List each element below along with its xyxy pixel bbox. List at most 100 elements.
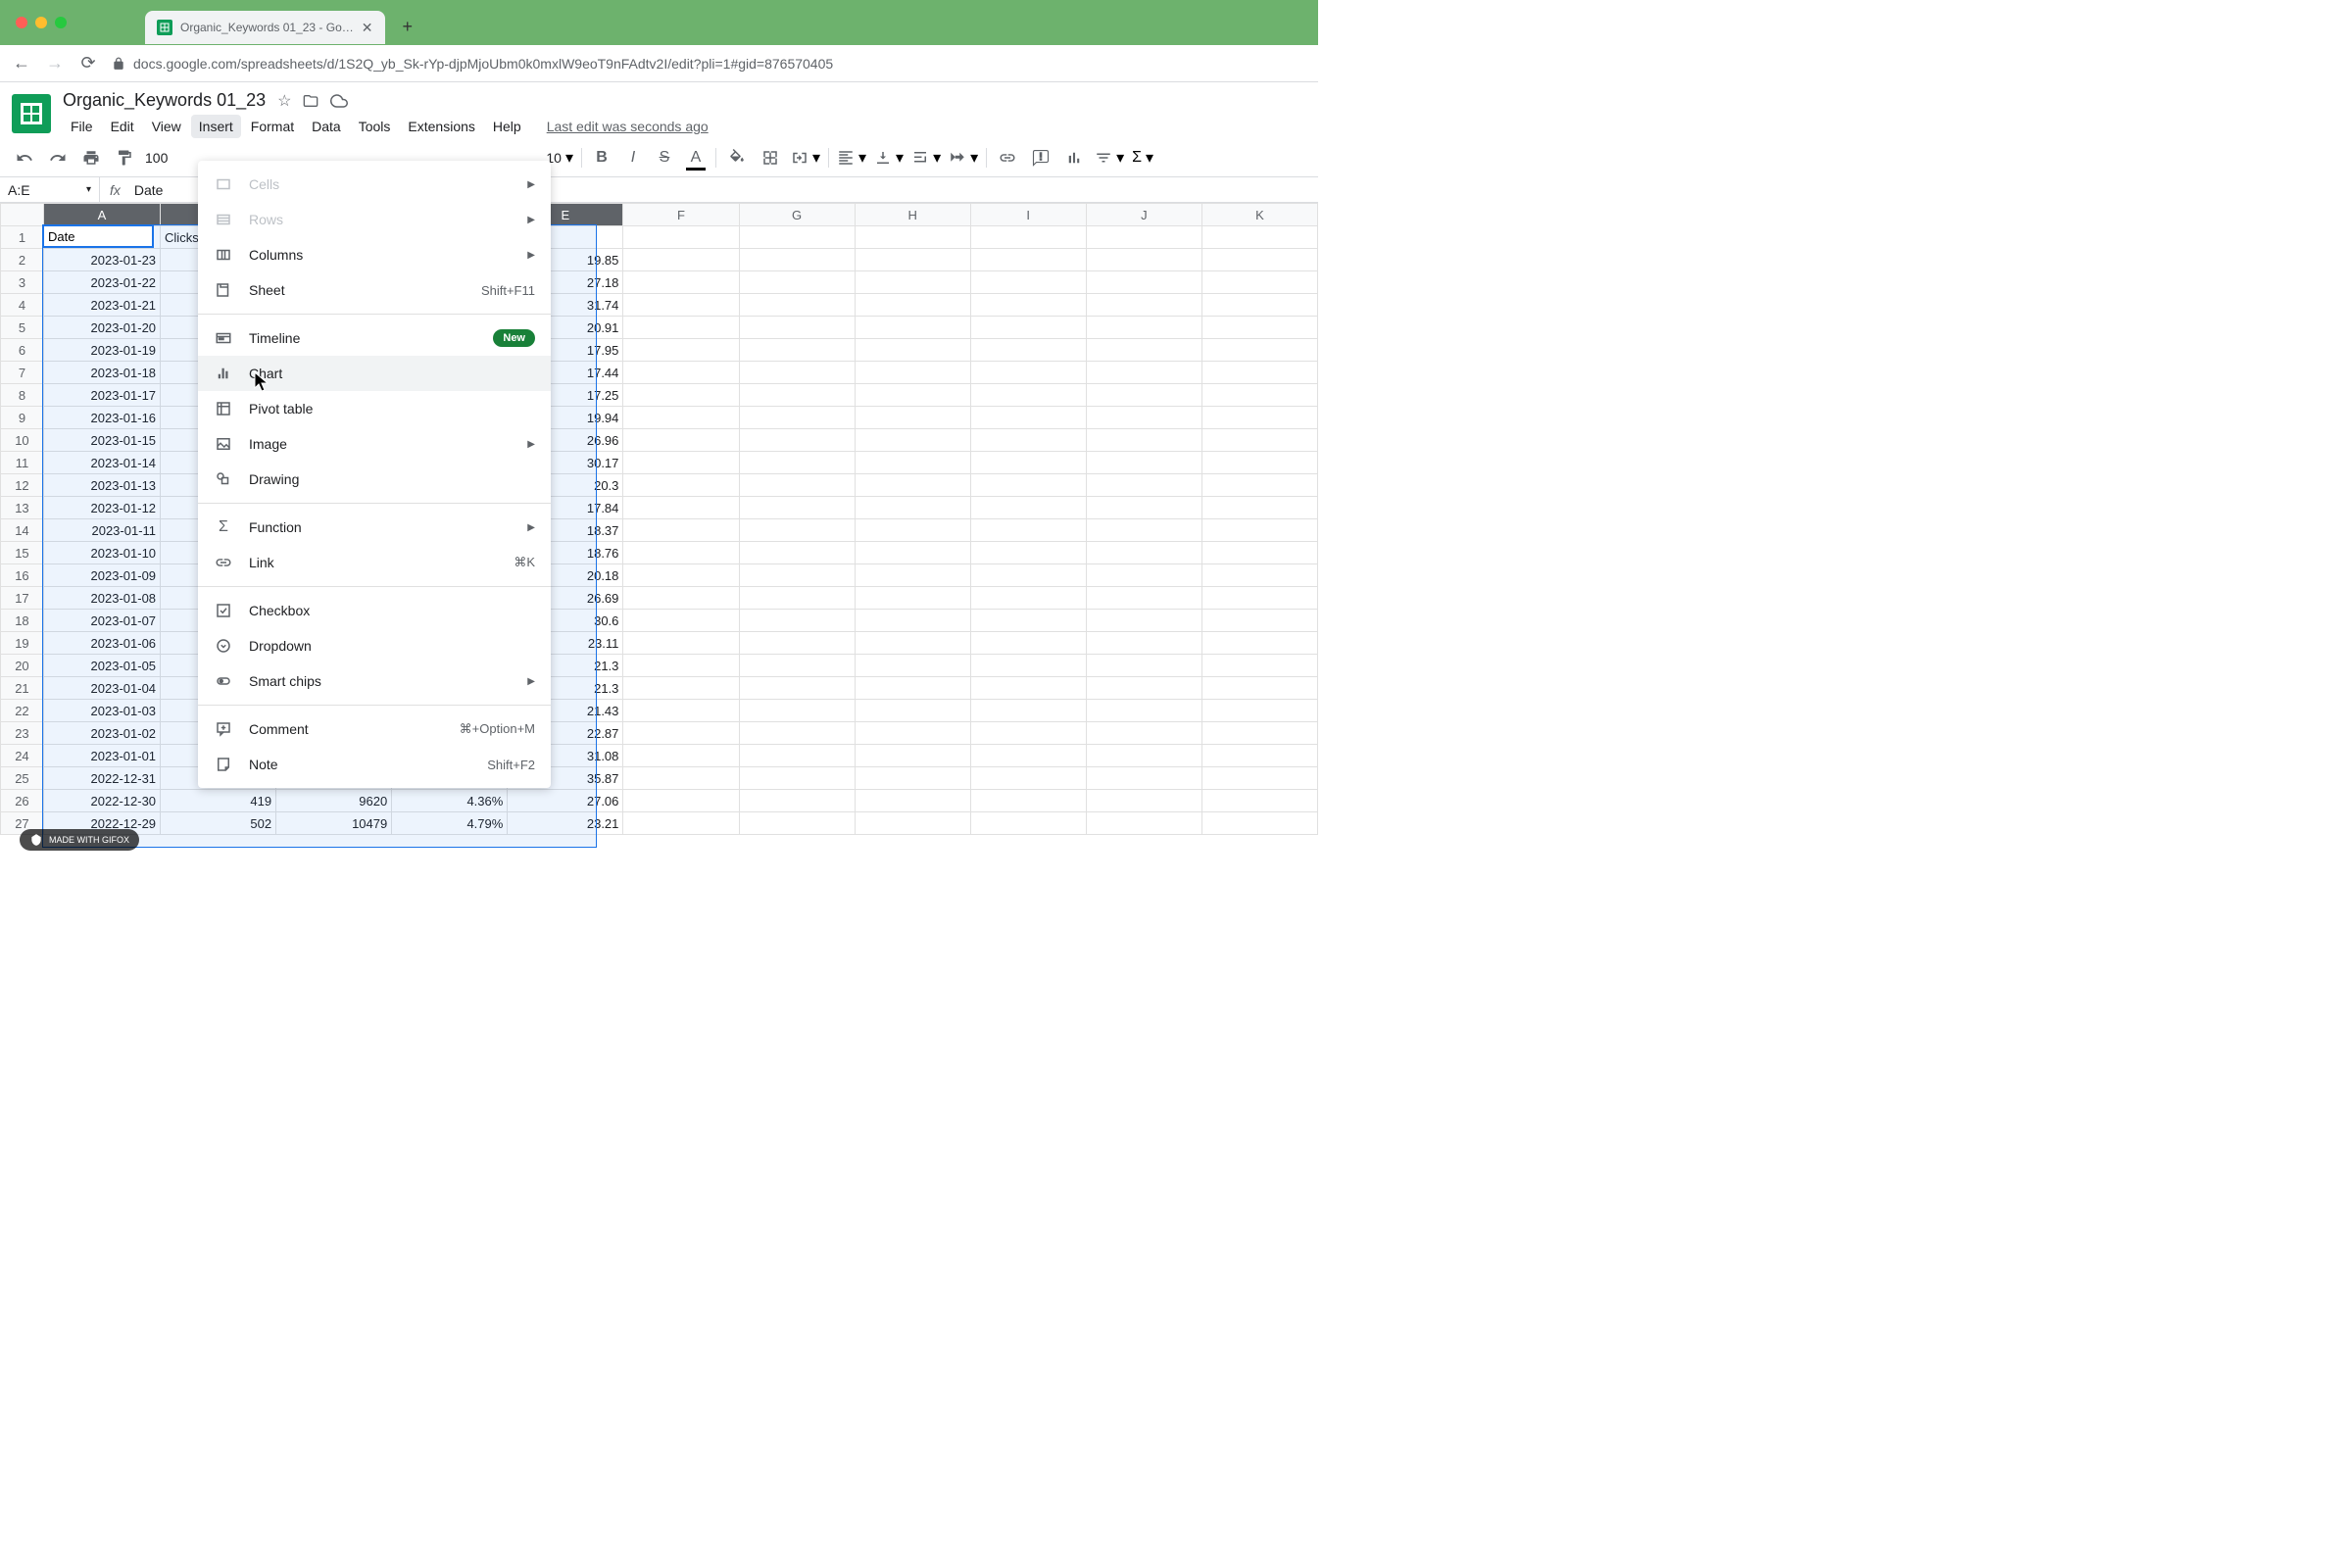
menu-item-dropdown[interactable]: Dropdown (198, 628, 551, 663)
cell-I2[interactable] (970, 249, 1086, 271)
menu-item-function[interactable]: Σ Function ▶ (198, 510, 551, 545)
column-header-F[interactable]: F (623, 204, 739, 226)
cell-J24[interactable] (1086, 745, 1201, 767)
row-header-18[interactable]: 18 (1, 610, 44, 632)
cell-F22[interactable] (623, 700, 739, 722)
cell-G8[interactable] (739, 384, 855, 407)
cell-H26[interactable] (855, 790, 970, 812)
cell-K25[interactable] (1201, 767, 1317, 790)
cell-I23[interactable] (970, 722, 1086, 745)
cell-B27[interactable]: 502 (161, 812, 276, 835)
cell-I16[interactable] (970, 564, 1086, 587)
cell-K2[interactable] (1201, 249, 1317, 271)
cell-J1[interactable] (1086, 226, 1201, 249)
menu-tools[interactable]: Tools (351, 115, 399, 138)
cell-H17[interactable] (855, 587, 970, 610)
insert-link-button[interactable] (995, 145, 1020, 171)
column-header-K[interactable]: K (1201, 204, 1317, 226)
row-header-15[interactable]: 15 (1, 542, 44, 564)
cell-I22[interactable] (970, 700, 1086, 722)
cell-G9[interactable] (739, 407, 855, 429)
row-header-2[interactable]: 2 (1, 249, 44, 271)
cell-F2[interactable] (623, 249, 739, 271)
cell-J12[interactable] (1086, 474, 1201, 497)
menu-edit[interactable]: Edit (103, 115, 142, 138)
row-header-23[interactable]: 23 (1, 722, 44, 745)
cell-G16[interactable] (739, 564, 855, 587)
italic-button[interactable]: I (621, 145, 645, 171)
print-button[interactable] (78, 145, 104, 171)
menu-item-timeline[interactable]: Timeline New (198, 320, 551, 356)
column-header-H[interactable]: H (855, 204, 970, 226)
row-header-13[interactable]: 13 (1, 497, 44, 519)
cell-A24[interactable]: 2023-01-01 (43, 745, 160, 767)
document-title[interactable]: Organic_Keywords 01_23 (63, 90, 266, 111)
row-header-8[interactable]: 8 (1, 384, 44, 407)
cell-I10[interactable] (970, 429, 1086, 452)
cell-A6[interactable]: 2023-01-19 (43, 339, 160, 362)
cell-G5[interactable] (739, 317, 855, 339)
cell-G14[interactable] (739, 519, 855, 542)
cell-K14[interactable] (1201, 519, 1317, 542)
cell-G1[interactable] (739, 226, 855, 249)
cell-C27[interactable]: 10479 (276, 812, 392, 835)
cell-H27[interactable] (855, 812, 970, 835)
cell-F6[interactable] (623, 339, 739, 362)
filter-button[interactable]: ▾ (1095, 148, 1124, 168)
cell-F11[interactable] (623, 452, 739, 474)
cell-I14[interactable] (970, 519, 1086, 542)
paint-format-button[interactable] (112, 145, 137, 171)
menu-item-image[interactable]: Image ▶ (198, 426, 551, 462)
cell-K7[interactable] (1201, 362, 1317, 384)
cell-H19[interactable] (855, 632, 970, 655)
cell-F15[interactable] (623, 542, 739, 564)
cell-K20[interactable] (1201, 655, 1317, 677)
cell-F19[interactable] (623, 632, 739, 655)
row-header-6[interactable]: 6 (1, 339, 44, 362)
menu-help[interactable]: Help (485, 115, 529, 138)
text-rotation-button[interactable]: ▾ (949, 148, 978, 168)
cell-A23[interactable]: 2023-01-02 (43, 722, 160, 745)
insert-chart-button[interactable] (1061, 145, 1087, 171)
cell-G12[interactable] (739, 474, 855, 497)
minimize-window-button[interactable] (35, 17, 47, 28)
menu-insert[interactable]: Insert (191, 115, 241, 138)
cell-J18[interactable] (1086, 610, 1201, 632)
row-header-5[interactable]: 5 (1, 317, 44, 339)
cell-F26[interactable] (623, 790, 739, 812)
cell-K8[interactable] (1201, 384, 1317, 407)
cell-J26[interactable] (1086, 790, 1201, 812)
cell-G26[interactable] (739, 790, 855, 812)
cell-A3[interactable]: 2023-01-22 (43, 271, 160, 294)
cell-H11[interactable] (855, 452, 970, 474)
cell-J25[interactable] (1086, 767, 1201, 790)
cloud-saved-icon[interactable] (330, 92, 348, 110)
row-header-25[interactable]: 25 (1, 767, 44, 790)
cell-I25[interactable] (970, 767, 1086, 790)
cell-H4[interactable] (855, 294, 970, 317)
column-header-J[interactable]: J (1086, 204, 1201, 226)
row-header-10[interactable]: 10 (1, 429, 44, 452)
cell-A26[interactable]: 2022-12-30 (43, 790, 160, 812)
cell-K3[interactable] (1201, 271, 1317, 294)
cell-K16[interactable] (1201, 564, 1317, 587)
cell-I26[interactable] (970, 790, 1086, 812)
cell-G25[interactable] (739, 767, 855, 790)
cell-J9[interactable] (1086, 407, 1201, 429)
horizontal-align-button[interactable]: ▾ (837, 148, 866, 168)
cell-F25[interactable] (623, 767, 739, 790)
cell-G13[interactable] (739, 497, 855, 519)
cell-J23[interactable] (1086, 722, 1201, 745)
cell-I17[interactable] (970, 587, 1086, 610)
cell-G6[interactable] (739, 339, 855, 362)
cell-G21[interactable] (739, 677, 855, 700)
cell-J27[interactable] (1086, 812, 1201, 835)
cell-K18[interactable] (1201, 610, 1317, 632)
cell-G24[interactable] (739, 745, 855, 767)
close-window-button[interactable] (16, 17, 27, 28)
menu-extensions[interactable]: Extensions (400, 115, 482, 138)
column-header-I[interactable]: I (970, 204, 1086, 226)
menu-format[interactable]: Format (243, 115, 302, 138)
cell-K15[interactable] (1201, 542, 1317, 564)
cell-K6[interactable] (1201, 339, 1317, 362)
